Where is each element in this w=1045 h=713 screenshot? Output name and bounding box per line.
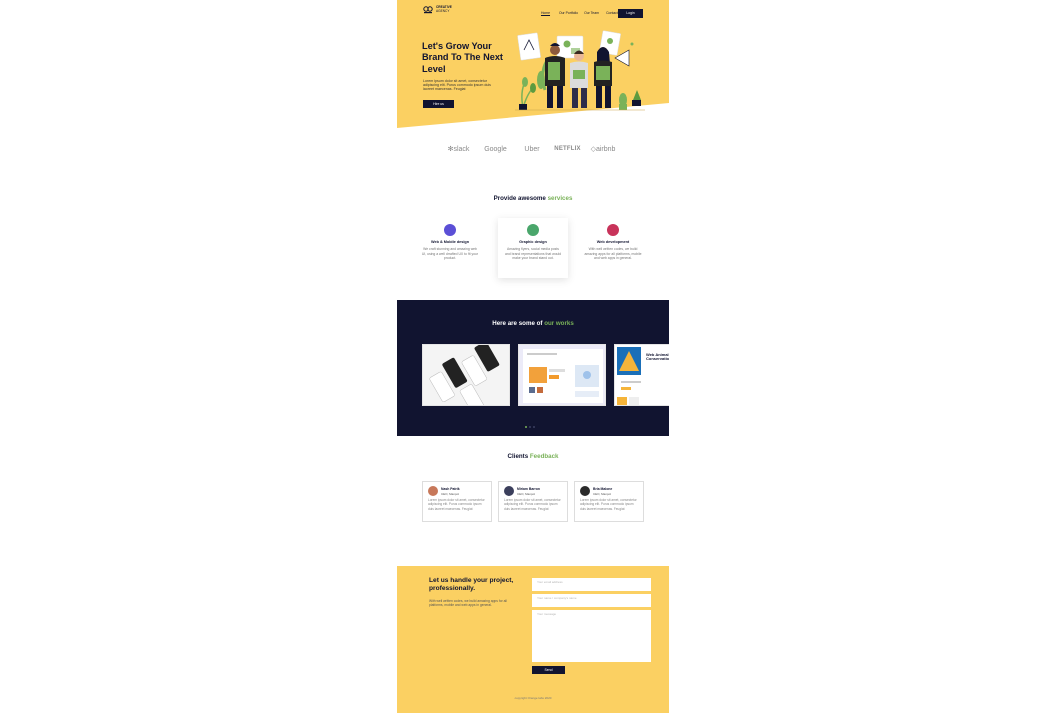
- brand-name-line2: AGENCY: [436, 9, 450, 13]
- service-desc: Amazing flyers, social media posts and b…: [505, 247, 561, 261]
- client-role: CEO, Manpol: [517, 491, 536, 496]
- client-name: Bria Malone: [593, 486, 613, 491]
- feedback-title-accent: Feedback: [529, 453, 559, 460]
- feedback-title: Clients Feedback: [397, 453, 669, 460]
- feedback-card: Miriam Barron CEO, Manpol Lorem ipsum do…: [498, 481, 568, 522]
- service-card-web-mobile[interactable]: Web & Mobile design We craft stunning an…: [415, 218, 485, 278]
- hire-us-button[interactable]: Hire us: [423, 100, 454, 108]
- slack-logo: ✻slack: [440, 145, 477, 153]
- graphic-design-icon: [527, 224, 539, 236]
- service-title: Web development: [596, 240, 630, 244]
- carousel-dots: [525, 426, 535, 428]
- name-field[interactable]: Your name / company's name: [532, 594, 651, 607]
- service-title: Web & Mobile design: [430, 240, 470, 244]
- works-section: Here are some of our works Web Animal Co…: [397, 300, 669, 436]
- work-slide-1[interactable]: [422, 344, 510, 406]
- services-title: Provide awesome services: [397, 195, 669, 202]
- feedback-card: Bria Malone CEO, Manpol Lorem ipsum dolo…: [574, 481, 644, 522]
- nav-home[interactable]: Home: [534, 11, 557, 15]
- nav-team[interactable]: Our Team: [580, 11, 603, 15]
- client-role: CEO, Manpol: [593, 491, 612, 496]
- hero-text: Lorem ipsum dolor sit amet, consectetur …: [423, 79, 491, 92]
- nav-portfolio[interactable]: Our Portfolio: [557, 11, 580, 15]
- carousel-dot[interactable]: [533, 426, 535, 428]
- services-title-prefix: Provide awesome: [493, 195, 546, 202]
- feedback-text: Lorem ipsum dolor sit amet, consectetur …: [428, 498, 485, 511]
- feedback-title-prefix: Clients: [507, 453, 529, 460]
- avatar: [428, 486, 438, 496]
- netflix-logo: NETFLIX: [554, 146, 581, 152]
- avatar: [580, 486, 590, 496]
- carousel-dot-active[interactable]: [525, 426, 527, 428]
- contact-title: Let us handle your project, professional…: [429, 577, 514, 593]
- airbnb-logo: ◇airbnb: [585, 145, 621, 153]
- work-slide-2[interactable]: [518, 344, 606, 406]
- main-nav: Home Our Portfolio Our Team Contact Us: [534, 11, 626, 15]
- mobile-app-mockup-image: [423, 345, 509, 405]
- hero-illustration: [515, 30, 645, 111]
- service-card-graphic[interactable]: Graphic design Amazing flyers, social me…: [498, 218, 568, 278]
- works-title-accent: our works: [544, 320, 574, 327]
- work-caption: Web Animal Conservation: [646, 352, 669, 362]
- service-desc: We craft stunning and amazing web UI, us…: [421, 247, 479, 261]
- landing-page: CREATIVE AGENCY Home Our Portfolio Our T…: [397, 0, 669, 713]
- hero-section: CREATIVE AGENCY Home Our Portfolio Our T…: [397, 0, 669, 130]
- feedback-text: Lorem ipsum dolor sit amet, consectetur …: [504, 498, 561, 511]
- works-title: Here are some of our works: [397, 320, 669, 327]
- avatar: [504, 486, 514, 496]
- contact-section: Let us handle your project, professional…: [397, 566, 669, 713]
- partner-logos: ✻slack Google Uber NETFLIX ◇airbnb: [440, 145, 621, 154]
- copyright-text: copyright Orange labs 2020: [514, 696, 552, 700]
- google-logo: Google: [484, 145, 507, 153]
- service-card-web-dev[interactable]: Web development With well written codes,…: [578, 218, 648, 278]
- logo-icon: [423, 6, 433, 14]
- slack-label: slack: [453, 146, 470, 153]
- carousel-dot[interactable]: [529, 426, 531, 428]
- send-button[interactable]: Send: [532, 666, 565, 674]
- hero-title: Let's Grow Your Brand To The Next Level: [422, 41, 503, 74]
- client-name: Miriam Barron: [517, 486, 540, 491]
- web-development-icon: [607, 224, 619, 236]
- mobile-design-icon: [444, 224, 456, 236]
- message-field[interactable]: Your message: [532, 610, 651, 662]
- works-title-prefix: Here are some of: [492, 320, 543, 327]
- feedback-text: Lorem ipsum dolor sit amet, consectetur …: [580, 498, 637, 511]
- web-dashboard-mockup-image: [519, 345, 605, 405]
- brand-logo[interactable]: CREATIVE AGENCY: [423, 6, 458, 14]
- service-title: Graphic design: [519, 240, 547, 244]
- service-desc: With well written codes, we build amazin…: [584, 247, 642, 261]
- work-slide-3[interactable]: Web Animal Conservation: [614, 344, 669, 406]
- airbnb-label: airbnb: [595, 146, 616, 153]
- feedback-card: Nash Patrik CEO, Manpol Lorem ipsum dolo…: [422, 481, 492, 522]
- contact-text: With well written codes, we build amazin…: [429, 599, 507, 608]
- uber-logo: Uber: [524, 145, 540, 153]
- client-role: CEO, Manpol: [441, 491, 460, 496]
- client-name: Nash Patrik: [441, 486, 460, 491]
- login-button[interactable]: Login: [618, 9, 643, 18]
- services-title-accent: services: [547, 195, 573, 202]
- email-field[interactable]: Your email address: [532, 578, 651, 591]
